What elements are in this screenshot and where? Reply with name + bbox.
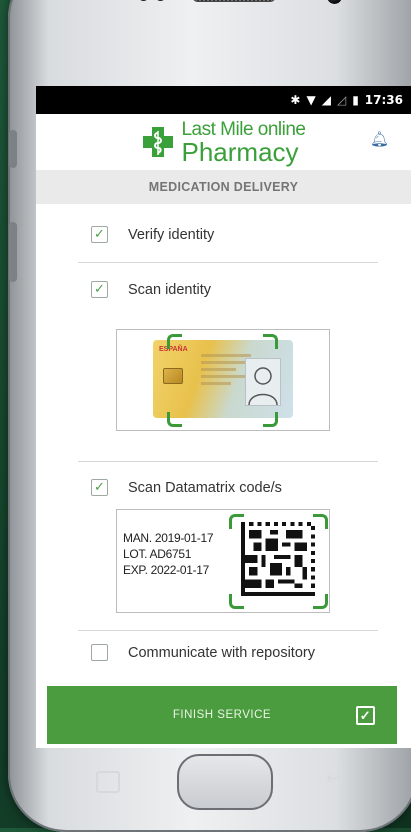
finish-service-label: FINISH SERVICE	[172, 709, 272, 721]
datamatrix-text: MAN. 2019-01-17 LOT. AD6751 EXP. 2022-01…	[123, 530, 214, 578]
datamatrix-code-icon	[241, 522, 315, 596]
back-icon[interactable]: ↩	[326, 770, 348, 788]
front-camera	[327, 0, 342, 4]
id-card-image: ESPAÑA	[153, 340, 293, 418]
speaker-grill	[192, 0, 276, 2]
home-button[interactable]	[177, 754, 273, 810]
finish-service-button[interactable]: FINISH SERVICE ✓	[47, 686, 397, 744]
checklist-label: Verify identity	[128, 226, 215, 243]
wifi-icon: ▼	[306, 93, 316, 107]
bluetooth-icon: ✱	[290, 93, 301, 107]
manufacture-date: MAN. 2019-01-17	[123, 531, 214, 545]
recent-apps-key[interactable]	[96, 771, 120, 793]
divider	[78, 461, 378, 462]
chip-icon	[163, 368, 183, 384]
expiry-date: EXP. 2022-01-17	[123, 563, 210, 577]
id-scan-preview[interactable]: ESPAÑA	[116, 329, 330, 431]
scan-corner-icon	[229, 514, 244, 529]
checkbox-checked[interactable]: ✓	[91, 226, 108, 243]
status-bar: ✱ ▼ ◢ ◿ ▮ 17:36	[36, 86, 411, 114]
checkbox-checked[interactable]: ✓	[91, 281, 108, 298]
scan-corner-icon	[313, 514, 328, 529]
volume-down-button	[9, 222, 17, 282]
checklist-label: Scan identity	[128, 281, 212, 298]
logo-line-2: Pharmacy	[181, 136, 299, 167]
lot-number: LOT. AD6751	[123, 547, 192, 561]
datamatrix-scan-preview[interactable]: MAN. 2019-01-17 LOT. AD6751 EXP. 2022-01…	[116, 509, 330, 613]
scan-corner-icon	[263, 334, 278, 349]
scan-corner-icon	[167, 412, 182, 427]
check-box-icon: ✓	[356, 706, 375, 725]
checklist-item-communicate-repository[interactable]: ✓ Communicate with repository	[91, 644, 315, 661]
scan-corner-icon	[229, 594, 244, 609]
status-time: 17:36	[364, 93, 403, 107]
scan-corner-icon	[167, 334, 182, 349]
checkbox-unchecked[interactable]: ✓	[91, 644, 108, 661]
divider	[78, 262, 378, 263]
checkbox-checked[interactable]: ✓	[91, 479, 108, 496]
page-title: MEDICATION DELIVERY	[36, 170, 411, 204]
app-header: Last Mile online Pharmacy 🔔︎	[36, 114, 411, 170]
signal-empty-icon: ◿	[336, 93, 347, 107]
checklist-item-scan-identity[interactable]: ✓ Scan identity	[91, 281, 211, 298]
pharmacy-cross-icon	[143, 127, 174, 157]
app-logo: Last Mile online Pharmacy	[141, 118, 306, 167]
scan-corner-icon	[313, 594, 328, 609]
id-text-lines	[201, 354, 251, 389]
signal-icon: ◢	[321, 93, 331, 107]
volume-up-button	[9, 130, 17, 168]
checklist-item-scan-datamatrix[interactable]: ✓ Scan Datamatrix code/s	[91, 479, 282, 496]
phone-screen: ✱ ▼ ◢ ◿ ▮ 17:36 Last Mile online Pharmac…	[36, 86, 411, 748]
checklist: ✓ Verify identity ✓ Scan identity ESPAÑA	[36, 204, 411, 720]
checklist-label: Scan Datamatrix code/s	[128, 479, 282, 496]
divider	[78, 630, 378, 631]
person-photo-icon	[245, 358, 281, 406]
checklist-label: Communicate with repository	[128, 644, 315, 661]
sensor-dots	[138, 0, 166, 1]
bell-icon[interactable]: 🔔︎	[370, 130, 389, 148]
logo-line-1: Last Mile online	[181, 118, 306, 140]
scan-corner-icon	[263, 412, 278, 427]
checklist-item-verify-identity[interactable]: ✓ Verify identity	[91, 226, 214, 243]
battery-icon: ▮	[352, 93, 359, 107]
